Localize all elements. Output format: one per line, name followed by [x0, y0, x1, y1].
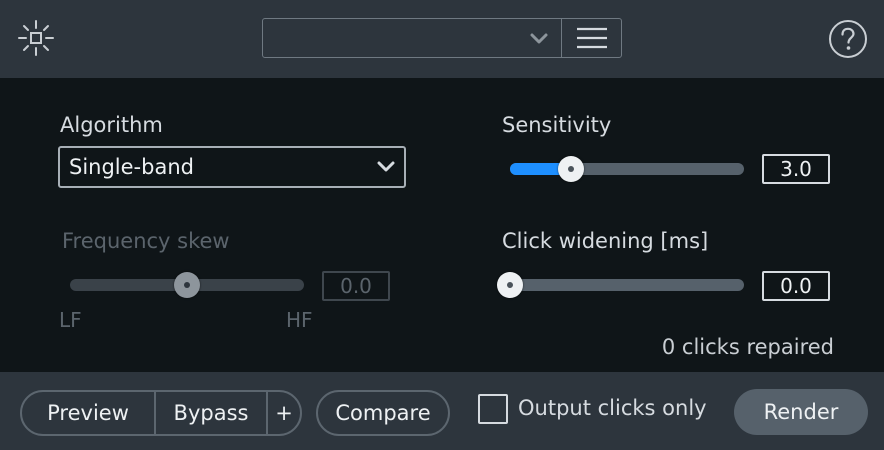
hamburger-menu-icon	[577, 27, 607, 49]
preview-button[interactable]: Preview	[22, 392, 154, 434]
output-clicks-only-checkbox[interactable]	[478, 394, 508, 424]
chevron-down-icon	[530, 33, 548, 44]
frequency-skew-slider-thumb[interactable]	[174, 272, 200, 298]
sensitivity-slider[interactable]	[510, 163, 744, 175]
status-text: 0 clicks repaired	[661, 335, 834, 359]
add-button[interactable]: +	[268, 392, 300, 434]
compare-button[interactable]: Compare	[316, 390, 450, 436]
algorithm-selected-value: Single-band	[69, 155, 194, 179]
help-circle-icon[interactable]	[828, 19, 868, 59]
algorithm-dropdown[interactable]: Single-band	[58, 146, 406, 188]
frequency-skew-max-label: HF	[286, 308, 313, 332]
frequency-skew-value-field[interactable]: 0.0	[322, 271, 390, 301]
output-clicks-only-label[interactable]: Output clicks only	[518, 396, 707, 420]
preset-dropdown[interactable]	[263, 19, 561, 57]
preset-menu-button[interactable]	[562, 19, 621, 57]
preview-bypass-group: Preview Bypass +	[20, 390, 302, 436]
frequency-skew-label: Frequency skew	[62, 229, 230, 253]
sensitivity-slider-thumb[interactable]	[557, 156, 584, 182]
algorithm-label: Algorithm	[60, 113, 163, 137]
click-widening-label: Click widening [ms]	[502, 229, 709, 253]
header-bar	[0, 0, 884, 78]
bypass-button[interactable]: Bypass	[156, 392, 266, 434]
click-widening-slider-thumb[interactable]	[497, 272, 523, 298]
sun-settings-icon[interactable]	[16, 18, 56, 58]
chevron-down-icon	[377, 161, 395, 172]
render-button[interactable]: Render	[734, 389, 868, 435]
preset-selector	[262, 18, 622, 58]
click-widening-value-field[interactable]: 0.0	[762, 271, 830, 301]
click-widening-slider[interactable]	[510, 279, 744, 291]
sensitivity-label: Sensitivity	[502, 113, 612, 137]
frequency-skew-min-label: LF	[59, 308, 82, 332]
sensitivity-value-field[interactable]: 3.0	[762, 154, 830, 184]
